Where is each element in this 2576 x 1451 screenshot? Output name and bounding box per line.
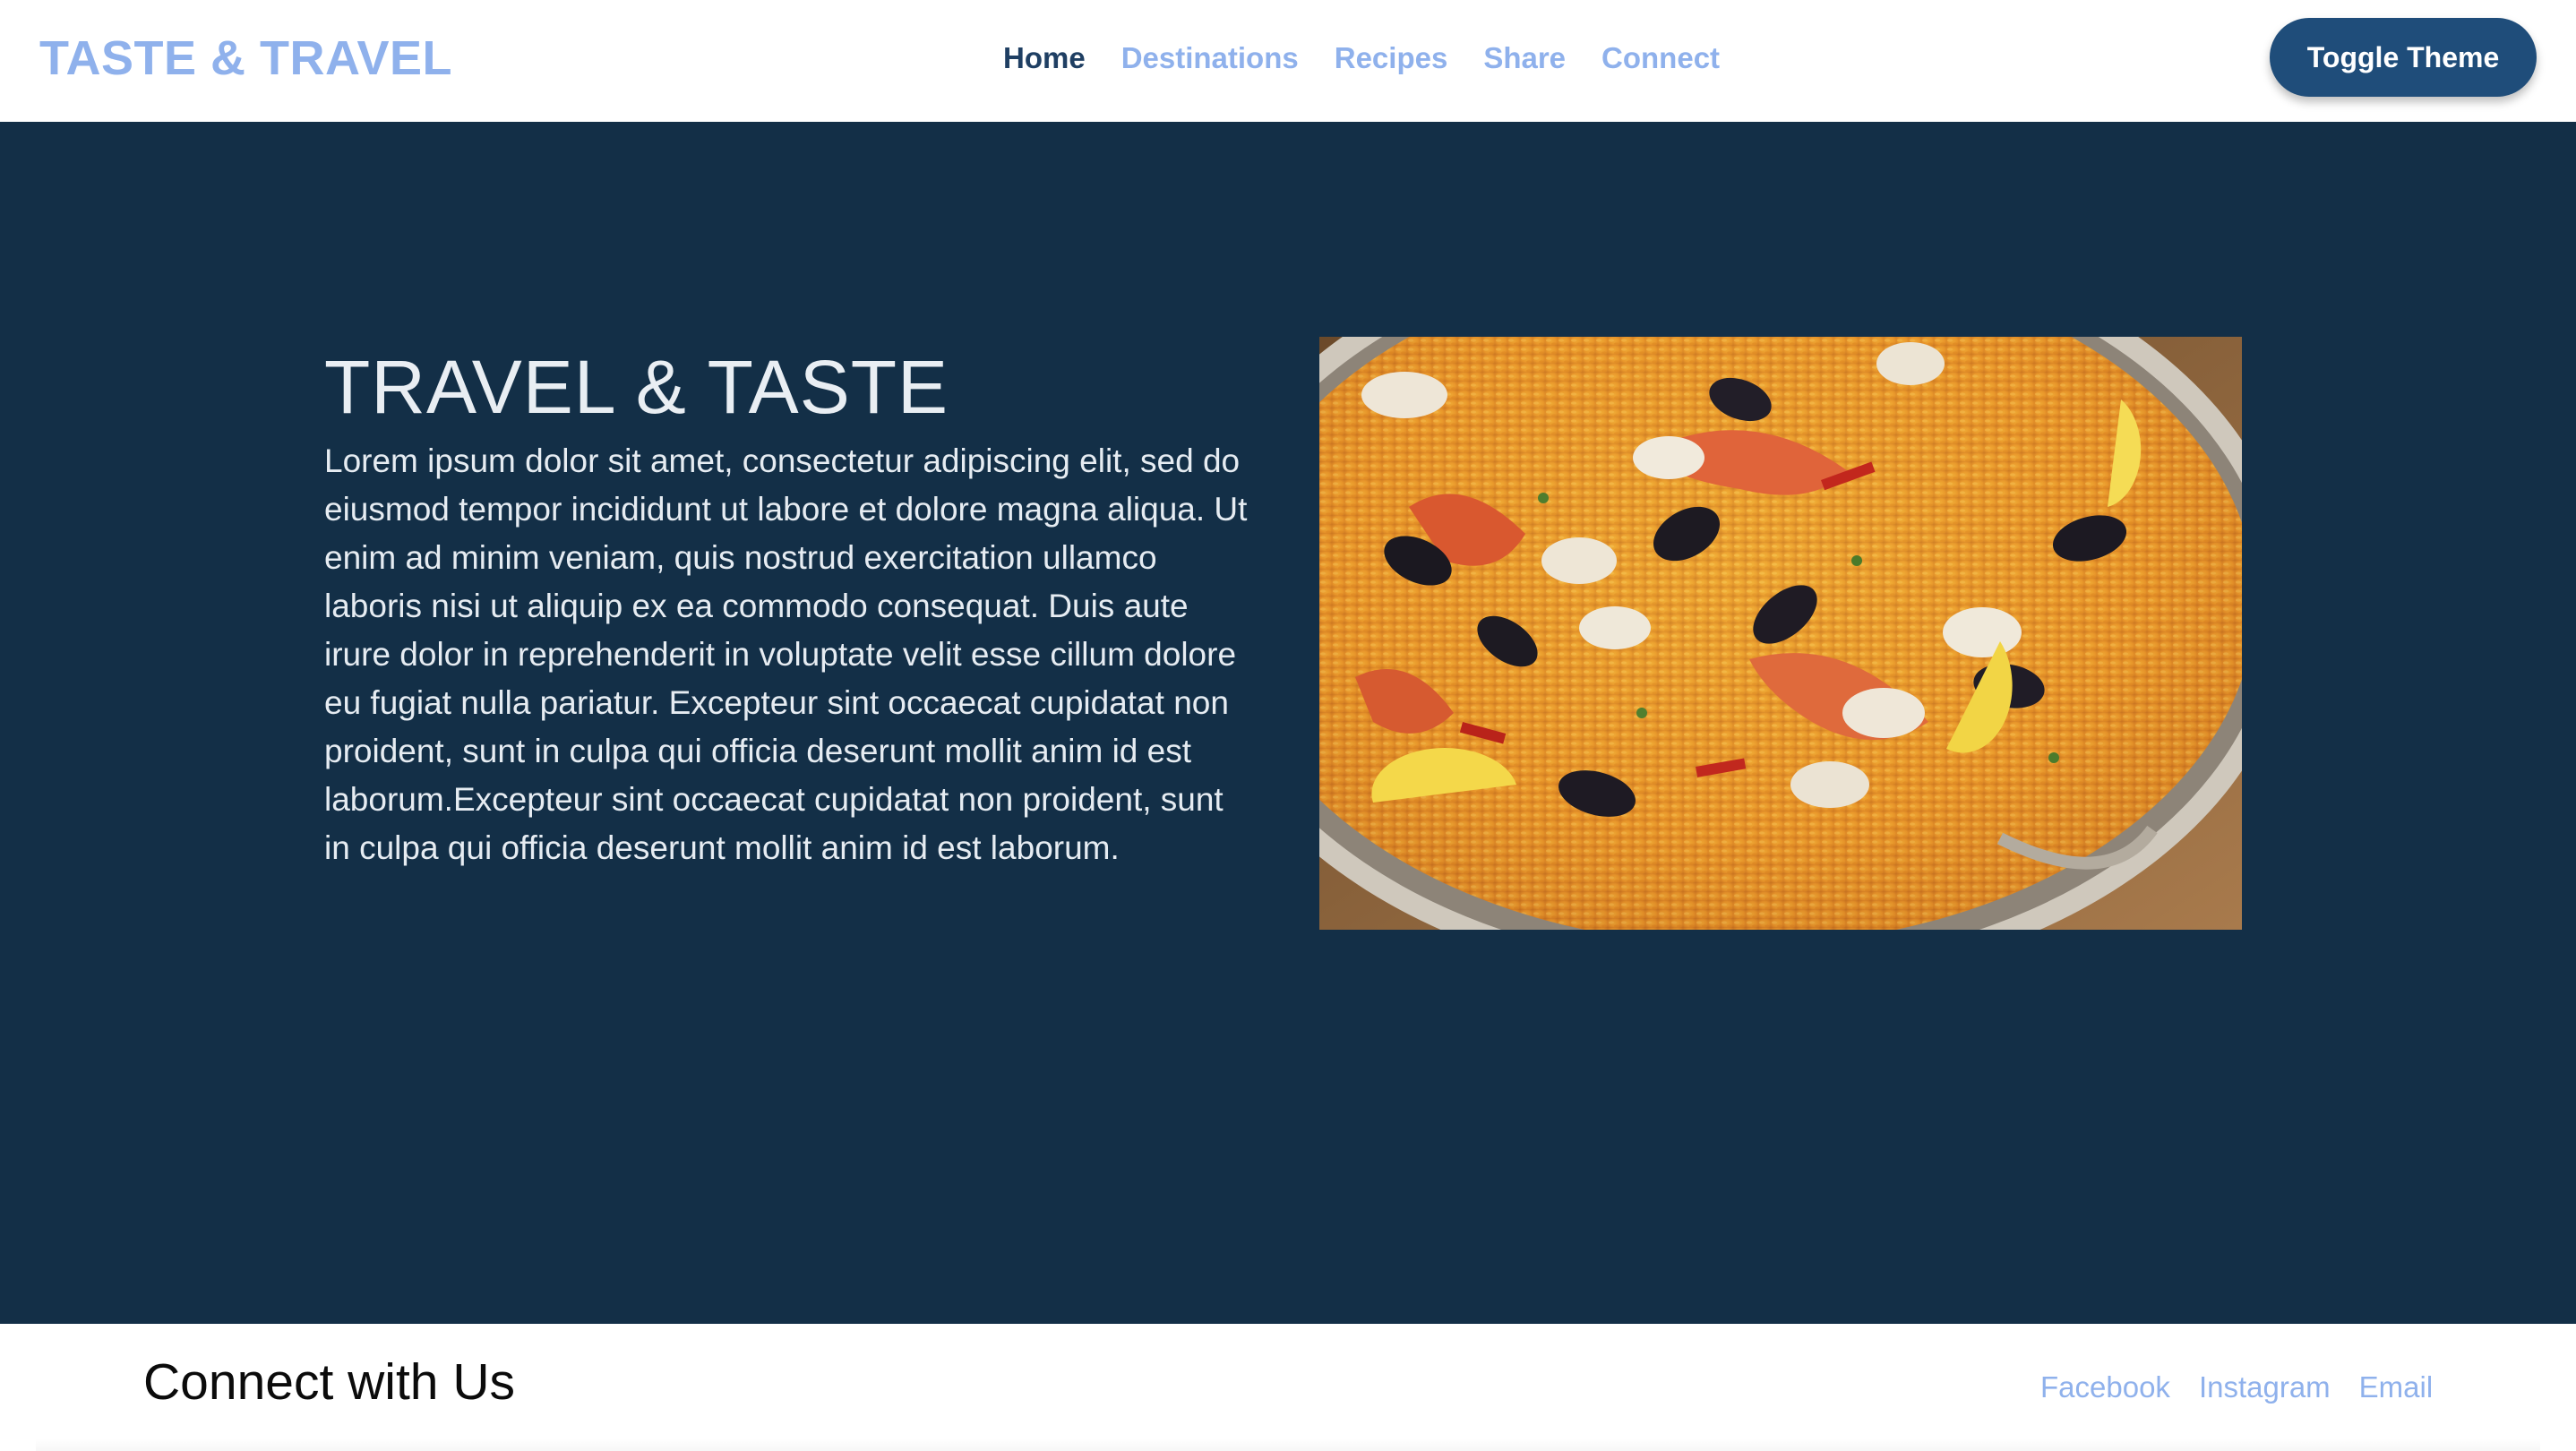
nav-connect[interactable]: Connect bbox=[1601, 39, 1720, 77]
nav-recipes[interactable]: Recipes bbox=[1335, 39, 1448, 77]
site-footer: Connect with Us Facebook Instagram Email bbox=[0, 1324, 2576, 1451]
nav-share[interactable]: Share bbox=[1483, 39, 1566, 77]
toggle-theme-button[interactable]: Toggle Theme bbox=[2270, 18, 2537, 97]
hero-section: TRAVEL & TASTE Lorem ipsum dolor sit ame… bbox=[0, 122, 2576, 1324]
nav-home[interactable]: Home bbox=[1003, 39, 1086, 77]
footer-title: Connect with Us bbox=[143, 1353, 516, 1411]
hero-description: Lorem ipsum dolor sit amet, consectetur … bbox=[324, 442, 1248, 866]
facebook-link[interactable]: Facebook bbox=[2040, 1369, 2170, 1406]
nav-destinations[interactable]: Destinations bbox=[1121, 39, 1299, 77]
paella-illustration bbox=[1319, 337, 2242, 930]
site-header: TASTE & TRAVEL Home Destinations Recipes… bbox=[0, 0, 2576, 122]
site-logo[interactable]: TASTE & TRAVEL bbox=[39, 30, 452, 86]
footer-divider bbox=[36, 1438, 2540, 1451]
instagram-link[interactable]: Instagram bbox=[2199, 1369, 2331, 1406]
hero-title: TRAVEL & TASTE bbox=[324, 345, 949, 429]
email-link[interactable]: Email bbox=[2359, 1369, 2434, 1406]
main-nav: Home Destinations Recipes Share Connect bbox=[1003, 39, 1720, 77]
paella-image bbox=[1319, 337, 2242, 930]
footer-social-links: Facebook Instagram Email bbox=[2040, 1369, 2433, 1406]
